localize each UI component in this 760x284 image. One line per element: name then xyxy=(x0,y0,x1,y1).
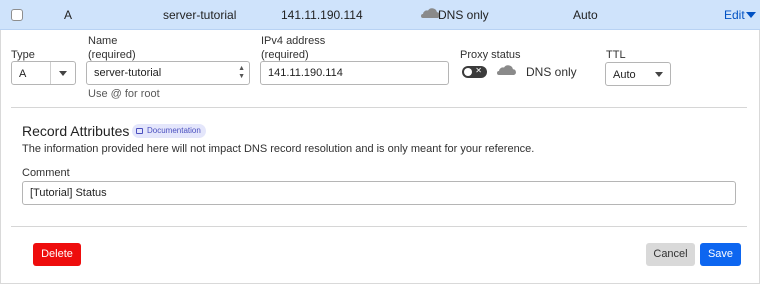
ttl-select-value: Auto xyxy=(613,69,636,81)
divider xyxy=(11,107,747,108)
proxy-status-label: Proxy status xyxy=(460,49,521,61)
save-button[interactable]: Save xyxy=(700,243,741,266)
row-ttl: Auto xyxy=(573,8,598,22)
type-select[interactable]: A xyxy=(11,61,76,85)
name-hint: Use @ for root xyxy=(88,88,160,100)
chevron-down-icon xyxy=(745,12,756,18)
comment-label: Comment xyxy=(22,167,70,179)
divider xyxy=(11,226,747,227)
comment-input-value: [Tutorial] Status xyxy=(30,187,107,199)
row-name: server-tutorial xyxy=(163,8,237,22)
edit-toggle-button[interactable]: Edit xyxy=(724,8,756,22)
row-proxy-status: DNS only xyxy=(438,8,489,22)
ipv4-required-note: (required) xyxy=(261,49,309,61)
row-type: A xyxy=(64,8,73,22)
documentation-link[interactable]: Documentation xyxy=(132,124,206,138)
ipv4-input[interactable]: 141.11.190.114 xyxy=(260,61,449,85)
comment-input[interactable]: [Tutorial] Status xyxy=(22,181,736,205)
delete-button[interactable]: Delete xyxy=(33,243,81,266)
close-icon: ✕ xyxy=(475,66,482,75)
stepper-icon[interactable]: ▲ ▼ xyxy=(238,65,245,81)
type-label: Type xyxy=(11,49,35,61)
cloud-icon xyxy=(420,7,440,22)
dns-record-row[interactable]: A server-tutorial 141.11.190.114 DNS onl… xyxy=(0,0,760,30)
ipv4-input-value: 141.11.190.114 xyxy=(268,67,343,79)
book-icon xyxy=(136,128,143,134)
chevron-down-icon xyxy=(59,71,67,76)
edit-label: Edit xyxy=(724,8,745,22)
row-content: 141.11.190.114 xyxy=(281,8,363,22)
chevron-down-icon xyxy=(655,72,663,77)
toggle-knob xyxy=(464,68,472,76)
row-select-checkbox[interactable] xyxy=(11,9,23,21)
name-input[interactable]: server-tutorial ▲ ▼ xyxy=(86,61,250,85)
ttl-label: TTL xyxy=(606,49,626,61)
record-attributes-title: Record Attributes xyxy=(22,123,130,139)
name-input-value: server-tutorial xyxy=(94,67,162,79)
type-select-value: A xyxy=(19,68,27,80)
cancel-button[interactable]: Cancel xyxy=(646,243,695,266)
ttl-select[interactable]: Auto xyxy=(605,62,671,86)
name-required-note: (required) xyxy=(88,49,136,61)
select-divider xyxy=(50,62,51,84)
proxy-toggle[interactable]: ✕ xyxy=(462,66,487,78)
documentation-label: Documentation xyxy=(147,126,201,135)
proxy-status-value: DNS only xyxy=(526,65,577,79)
cloud-icon xyxy=(496,64,516,79)
record-attributes-description: The information provided here will not i… xyxy=(22,143,535,155)
ipv4-label: IPv4 address xyxy=(261,35,326,47)
name-label: Name xyxy=(88,35,118,47)
